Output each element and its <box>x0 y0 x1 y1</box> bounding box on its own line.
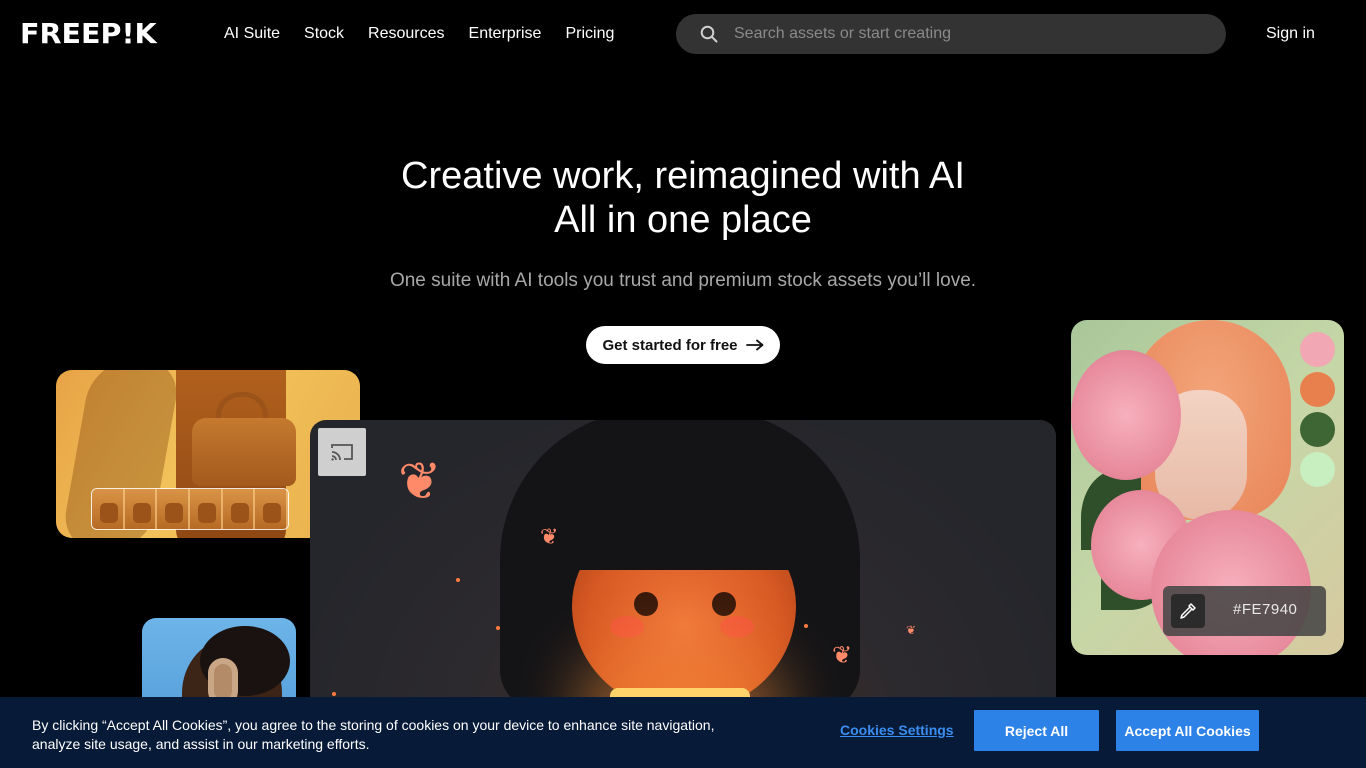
search-input[interactable] <box>734 14 1204 54</box>
cookies-settings-link[interactable]: Cookies Settings <box>840 721 954 740</box>
variation-thumbnail[interactable] <box>255 489 288 529</box>
nav-link-stock[interactable]: Stock <box>304 22 344 46</box>
nav-link-pricing[interactable]: Pricing <box>565 22 614 46</box>
get-started-button[interactable]: Get started for free <box>586 326 780 364</box>
spark-dot <box>456 578 460 582</box>
nav-link-enterprise[interactable]: Enterprise <box>469 22 542 46</box>
butterfly-icon: ❦ <box>906 623 917 637</box>
color-swatch-orange[interactable] <box>1300 372 1335 407</box>
hero-subtitle: One suite with AI tools you trust and pr… <box>389 270 977 291</box>
color-picker-panel: #FE7940 <box>1163 586 1326 636</box>
cast-icon <box>331 444 353 461</box>
variation-thumbnail[interactable] <box>222 489 256 529</box>
spark-dot <box>496 626 500 630</box>
color-swatch-green[interactable] <box>1300 412 1335 447</box>
pink-flower <box>1071 350 1181 480</box>
color-swatch-pink[interactable] <box>1300 332 1335 367</box>
color-swatches <box>1300 332 1335 487</box>
search-icon[interactable] <box>700 25 718 43</box>
get-started-label: Get started for free <box>602 336 738 354</box>
portrait-color-card[interactable]: #FE7940 <box>1071 320 1344 655</box>
spark-dot <box>332 692 336 696</box>
character-eye <box>712 592 736 616</box>
accept-all-cookies-button[interactable]: Accept All Cookies <box>1116 710 1259 751</box>
variation-thumbnail-strip[interactable] <box>91 488 289 530</box>
freepik-logo[interactable]: FREEP!K <box>20 20 182 48</box>
reject-all-button[interactable]: Reject All <box>974 710 1099 751</box>
spark-dot <box>804 624 808 628</box>
cast-button[interactable] <box>318 428 366 476</box>
handbag-shape <box>192 418 296 486</box>
color-swatch-mint[interactable] <box>1300 452 1335 487</box>
cookie-banner: By clicking “Accept All Cookies”, you ag… <box>0 697 1366 768</box>
variation-thumbnail[interactable] <box>92 489 125 529</box>
eyedropper-icon <box>1180 603 1196 619</box>
variation-thumbnail[interactable] <box>190 489 223 529</box>
logo-text: FREEP!K <box>20 17 157 50</box>
hero-title: Creative work, reimagined with AI All in… <box>0 154 1366 242</box>
character-eye <box>634 592 658 616</box>
arrow-right-icon <box>745 339 763 351</box>
hero-title-line-2: All in one place <box>554 199 812 241</box>
character-bangs <box>560 500 810 570</box>
nav-links: AI Suite Stock Resources Enterprise Pric… <box>224 22 614 46</box>
sign-in-link[interactable]: Sign in <box>1266 22 1315 46</box>
character-cheek <box>720 616 754 638</box>
butterfly-icon: ❦ <box>832 642 853 669</box>
search-bar[interactable] <box>676 14 1226 54</box>
variation-thumbnail[interactable] <box>157 489 191 529</box>
butterfly-icon: ❦ <box>398 453 442 511</box>
top-nav: FREEP!K AI Suite Stock Resources Enterpr… <box>0 0 1366 68</box>
nav-link-ai-suite[interactable]: AI Suite <box>224 22 280 46</box>
variation-thumbnail[interactable] <box>124 489 158 529</box>
butterfly-icon: ❦ <box>540 524 559 549</box>
character-cheek <box>610 616 644 638</box>
hex-value: #FE7940 <box>1233 601 1298 618</box>
cookie-message: By clicking “Accept All Cookies”, you ag… <box>32 717 715 752</box>
eyedropper-button[interactable] <box>1171 594 1205 628</box>
hero-title-line-1: Creative work, reimagined with AI <box>401 155 965 197</box>
nav-link-resources[interactable]: Resources <box>368 22 444 46</box>
